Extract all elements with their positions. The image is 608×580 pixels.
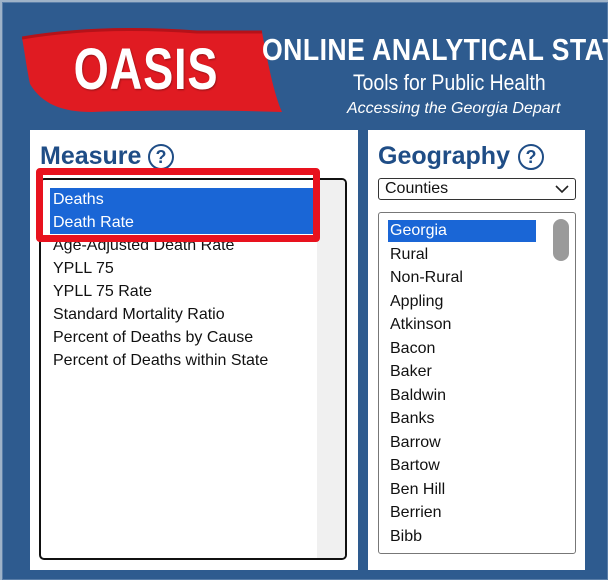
geography-listbox[interactable]: Georgia Rural Non-Rural Appling Atkinson… [378, 212, 576, 554]
measure-item-percent-within-state[interactable]: Percent of Deaths within State [53, 352, 268, 370]
header-subtitle: Tools for Public Health [353, 70, 546, 95]
app-frame: OASIS ONLINE ANALYTICAL STAT Tools for P… [0, 0, 608, 580]
geography-item-bibb[interactable]: Bibb [390, 526, 422, 548]
header-tagline: Accessing the Georgia Depart [347, 100, 561, 117]
geography-item-appling[interactable]: Appling [390, 291, 443, 313]
measure-item-percent-by-cause[interactable]: Percent of Deaths by Cause [53, 329, 253, 347]
header-title: ONLINE ANALYTICAL STAT [262, 32, 608, 67]
geography-help-icon[interactable]: ? [518, 144, 544, 170]
measure-item-ypll75[interactable]: YPLL 75 [53, 260, 114, 278]
oasis-logo: OASIS [73, 37, 219, 102]
measure-title: Measure [40, 142, 142, 170]
measure-item-smr[interactable]: Standard Mortality Ratio [53, 306, 225, 324]
geography-level-select[interactable]: Counties [378, 178, 576, 200]
geography-item-banks[interactable]: Banks [390, 408, 434, 430]
geography-item-rural[interactable]: Rural [390, 244, 428, 266]
chevron-down-icon [555, 185, 569, 194]
geography-level-value: Counties [385, 180, 449, 197]
measure-scrollbar[interactable] [317, 180, 345, 558]
geography-title: Geography [378, 142, 510, 170]
geography-panel: Geography ? Counties Georgia Rural Non-R… [368, 130, 585, 570]
header: OASIS ONLINE ANALYTICAL STAT Tools for P… [8, 10, 608, 117]
measure-help-icon[interactable]: ? [148, 144, 174, 170]
geography-item-ben-hill[interactable]: Ben Hill [390, 479, 445, 501]
geography-item-baker[interactable]: Baker [390, 361, 432, 383]
geography-item-atkinson[interactable]: Atkinson [390, 314, 451, 336]
geography-item-non-rural[interactable]: Non-Rural [390, 267, 463, 289]
geography-scrollbar-thumb[interactable] [553, 219, 569, 261]
geography-item-barrow[interactable]: Barrow [390, 432, 441, 454]
selection-highlight-box [36, 168, 320, 242]
geography-item-georgia[interactable]: Georgia [388, 220, 536, 242]
geography-item-baldwin[interactable]: Baldwin [390, 385, 446, 407]
geography-item-bartow[interactable]: Bartow [390, 455, 440, 477]
geography-item-berrien[interactable]: Berrien [390, 502, 442, 524]
measure-item-ypll75-rate[interactable]: YPLL 75 Rate [53, 283, 152, 301]
geography-item-bacon[interactable]: Bacon [390, 338, 435, 360]
